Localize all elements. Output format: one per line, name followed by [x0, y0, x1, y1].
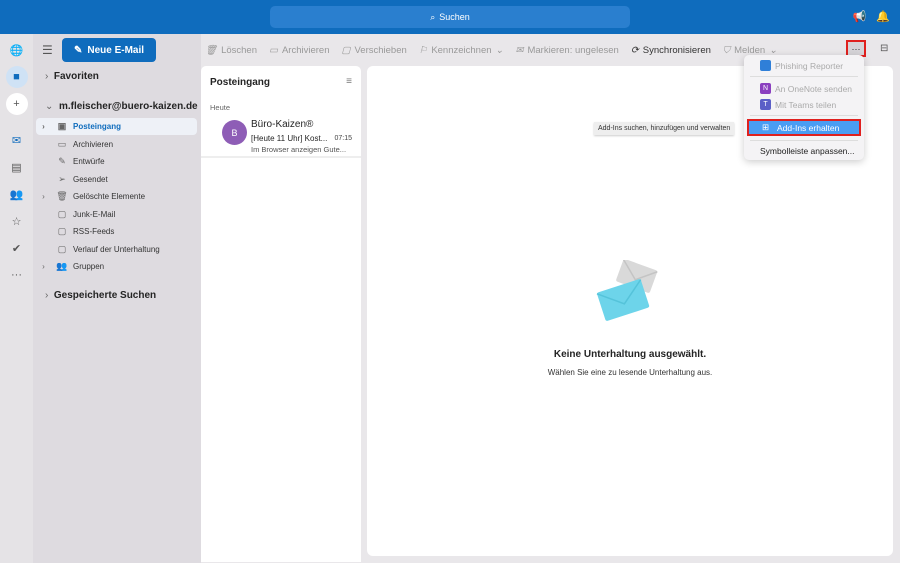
more-apps-icon[interactable]: ··· — [6, 264, 28, 286]
account-header[interactable]: ⌄ m.fleischer@buero-kaizen.de — [45, 101, 198, 112]
move-button[interactable]: ▢ Verschieben — [342, 45, 407, 56]
folder-label: RSS-Feeds — [73, 227, 115, 236]
menu-item-customize-toolbar[interactable]: Symbolleiste anpassen... — [744, 143, 864, 158]
group-header: Heute — [210, 103, 231, 112]
delete-button[interactable]: 🗑 Löschen — [205, 45, 257, 56]
folder-label: Junk-E-Mail — [73, 209, 116, 219]
star-icon[interactable]: ☆ — [6, 210, 28, 232]
new-mail-button[interactable]: ✎ Neue E-Mail — [62, 38, 156, 62]
app-rail: 🌐 ■ + ✉ ▤ 👥 ☆ ✔ ··· — [0, 34, 33, 563]
folder-item[interactable]: ▭ Archivieren — [36, 136, 197, 153]
envelope-icon: ✉ — [515, 44, 524, 56]
people-icon[interactable]: 👥 — [6, 183, 28, 205]
search-icon: ⌕ — [430, 11, 436, 22]
teams-icon: T — [760, 99, 771, 110]
folder-item[interactable]: ▢ Junk-E-Mail — [36, 206, 197, 223]
add-ins-icon: ⊞ — [762, 122, 770, 132]
avatar: B — [222, 120, 247, 145]
folder-label: Posteingang — [73, 122, 122, 131]
tooltip: Add-Ins suchen, hinzufügen und verwalten — [594, 122, 735, 135]
sent-icon: ➢ — [58, 173, 66, 184]
folder-item[interactable]: ✎ Entwürfe — [36, 153, 197, 170]
saved-searches-header[interactable]: › Gespeicherte Suchen — [45, 290, 156, 301]
message-time: 07:15 — [334, 135, 352, 142]
todo-icon[interactable]: ✔ — [6, 237, 28, 259]
archive-icon: ▭ — [57, 138, 67, 149]
menu-separator — [750, 115, 858, 116]
hamburger-icon[interactable]: ☰ — [42, 43, 53, 57]
move-icon: ▢ — [341, 44, 351, 56]
phishing-reporter-icon — [760, 60, 771, 71]
sync-button[interactable]: ⟳ Synchronisieren — [631, 45, 711, 56]
archive-button[interactable]: ▭ Archivieren — [269, 45, 330, 56]
menu-item-phishing-reporter[interactable]: Phishing Reporter — [744, 58, 864, 73]
folder-icon: ▢ — [57, 226, 67, 236]
favorites-header[interactable]: › Favoriten — [45, 71, 99, 82]
folder-item[interactable]: › 🗑 Gelöschte Elemente — [36, 188, 197, 205]
chevron-right-icon[interactable]: › — [36, 192, 51, 201]
chevron-right-icon: › — [45, 290, 54, 301]
flag-button[interactable]: ⚐ Kennzeichnen ⌄ — [419, 45, 504, 56]
report-button[interactable]: ⛉ Melden ⌄ — [723, 45, 777, 56]
chevron-right-icon[interactable]: › — [36, 262, 51, 271]
folder-label: Gruppen — [73, 262, 105, 271]
menu-separator — [750, 76, 858, 77]
chevron-right-icon: › — [45, 71, 54, 82]
reading-pane-icon[interactable]: ⊟ — [880, 43, 888, 54]
archive-icon: ▭ — [268, 44, 278, 56]
folder-label: Entwürfe — [73, 157, 105, 166]
search-box[interactable]: ⌕ Suchen — [270, 6, 630, 28]
chevron-down-icon[interactable]: ⌄ — [496, 45, 504, 56]
folder-icon: ▢ — [57, 243, 67, 254]
message-subject: [Heute 11 Uhr] Kost... — [251, 134, 328, 143]
more-options-menu: Phishing Reporter N An OneNote senden T Mi… — [744, 55, 864, 160]
menu-item-teams[interactable]: T Mit Teams teilen — [744, 97, 864, 112]
mark-unread-button[interactable]: ✉ Markieren: ungelesen — [516, 45, 619, 56]
junk-icon: ▢ — [57, 208, 67, 219]
folder-item[interactable]: › 👥 Gruppen — [36, 258, 197, 275]
envelopes-illustration — [596, 260, 658, 321]
message-sender: Büro-Kaizen® — [251, 119, 314, 130]
menu-item-get-add-ins[interactable]: ⊞ Add-Ins erhalten — [747, 119, 861, 136]
globe-icon[interactable]: 🌐 — [6, 39, 28, 61]
calendar-icon[interactable]: ▤ — [6, 156, 28, 178]
megaphone-icon[interactable]: 📢 — [853, 10, 867, 23]
folder-item[interactable]: ▢ Verlauf der Unterhaltung — [36, 241, 197, 258]
menu-separator — [750, 140, 858, 141]
message-preview: Im Browser anzeigen Gute... — [251, 145, 347, 154]
flag-icon: ⚐ — [418, 44, 428, 56]
folder-label: Gesendet — [73, 174, 108, 184]
drafts-icon: ✎ — [58, 156, 66, 166]
shield-icon: ⛉ — [722, 44, 731, 56]
folder-label: Verlauf der Unterhaltung — [73, 244, 160, 254]
chevron-right-icon[interactable]: › — [36, 122, 51, 131]
empty-state-subtitle: Wählen Sie eine zu lesende Unterhaltung … — [547, 368, 713, 377]
folder-label: Gelöschte Elemente — [73, 192, 146, 201]
toolbar: 🗑 Löschen ▭ Archivieren ▢ Verschieben ⚐ Kenn… — [205, 38, 777, 62]
title-bar: ⌕ Suchen 📢 🔔 — [0, 0, 900, 34]
menu-item-onenote[interactable]: N An OneNote senden — [744, 81, 864, 96]
chevron-down-icon: ⌄ — [45, 101, 59, 112]
message-list: Posteingang ≡ Heute B Büro-Kaizen® [Heut… — [201, 66, 361, 562]
add-account-icon[interactable]: + — [5, 93, 28, 115]
folder-item[interactable]: ▢ RSS-Feeds — [36, 223, 197, 240]
onenote-icon: N — [760, 83, 771, 94]
folder-item[interactable]: ➢ Gesendet — [36, 171, 197, 188]
list-title: Posteingang — [210, 77, 271, 88]
mail-icon[interactable]: ✉ — [6, 129, 28, 151]
chevron-down-icon[interactable]: ⌄ — [769, 45, 777, 56]
sync-icon: ⟳ — [630, 44, 639, 56]
groups-icon: 👥 — [56, 261, 68, 271]
message-item[interactable]: B Büro-Kaizen® [Heute 11 Uhr] Kost... 07… — [201, 114, 361, 158]
inbox-icon: ▣ — [57, 121, 67, 131]
filter-icon[interactable]: ≡ — [346, 76, 352, 87]
folder-label: Archivieren — [73, 139, 114, 149]
briefcase-icon[interactable]: ■ — [5, 66, 28, 88]
compose-icon: ✎ — [73, 44, 83, 56]
trash-icon: 🗑 — [56, 191, 68, 201]
bell-icon[interactable]: 🔔 — [876, 10, 890, 23]
empty-state-title: Keine Unterhaltung ausgewählt. — [553, 349, 707, 360]
trash-icon: 🗑 — [205, 44, 218, 56]
folder-item[interactable]: › ▣ Posteingang — [36, 118, 197, 135]
